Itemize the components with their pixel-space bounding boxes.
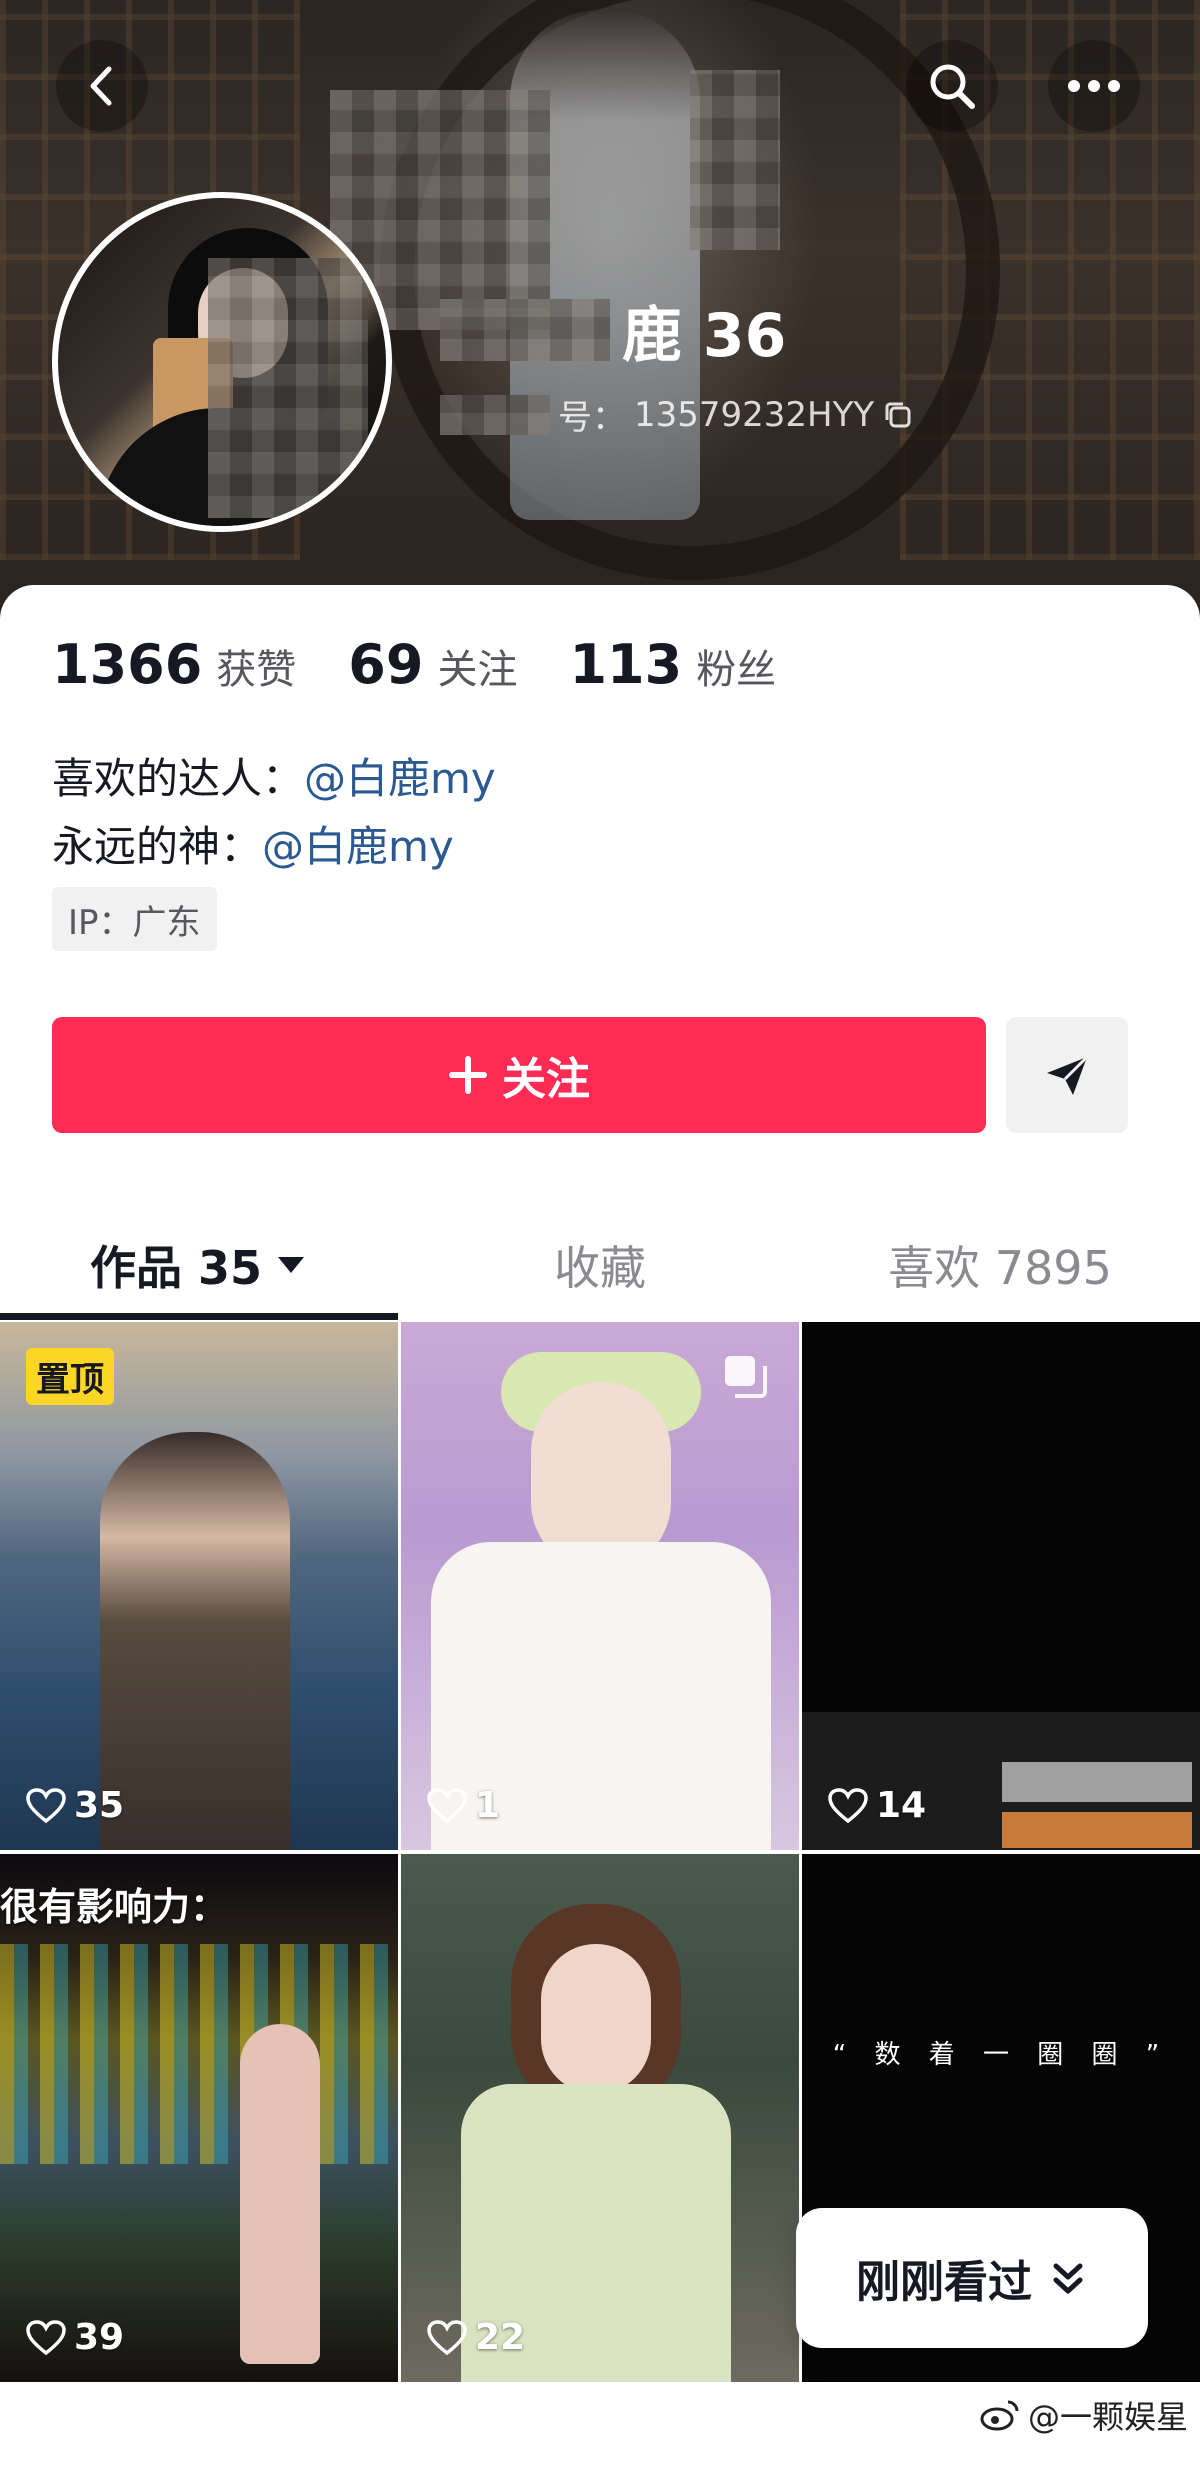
like-count: 22 xyxy=(427,2317,525,2358)
multi-image-icon xyxy=(725,1356,767,1398)
tab-likes[interactable]: 喜欢 7895 xyxy=(800,1205,1200,1325)
like-count: 14 xyxy=(828,1785,926,1826)
heart-icon xyxy=(427,1787,467,1823)
video-thumbnail xyxy=(100,1432,290,1850)
tab-favorites[interactable]: 收藏 xyxy=(400,1205,800,1325)
heart-icon xyxy=(828,1787,868,1823)
ip-location-tag: IP：广东 xyxy=(52,887,217,951)
tab-works[interactable]: 作品 35 xyxy=(0,1205,398,1325)
bio-text: 永远的神： xyxy=(52,822,263,871)
search-button[interactable] xyxy=(906,40,998,132)
editor-audio-track xyxy=(1002,1812,1192,1848)
heart-icon xyxy=(427,2319,467,2355)
recently-viewed-label: 刚刚看过 xyxy=(856,2257,1032,2308)
tab-label: 作品 35 xyxy=(89,1241,263,1295)
stat-likes[interactable]: 1366 获赞 xyxy=(52,633,296,696)
mosaic-blur xyxy=(440,394,550,435)
more-dots-icon xyxy=(1068,80,1120,92)
nickname-text: 鹿 36 xyxy=(622,300,787,371)
caret-down-icon xyxy=(278,1257,305,1273)
stat-label: 关注 xyxy=(437,647,518,693)
mosaic-blur xyxy=(440,299,610,361)
avatar[interactable] xyxy=(52,192,392,532)
mention-link[interactable]: @白鹿my xyxy=(262,813,454,881)
bio-line: 喜欢的达人： @白鹿my xyxy=(52,745,496,813)
double-chevron-down-icon xyxy=(1053,2263,1083,2294)
bio: 喜欢的达人： @白鹿my 永远的神： @白鹿my xyxy=(52,745,496,881)
mention-link[interactable]: @白鹿my xyxy=(304,745,496,813)
stat-value: 113 xyxy=(569,633,683,696)
mosaic-blur xyxy=(208,258,368,518)
douyin-id-label: 号： xyxy=(558,398,626,438)
back-button[interactable] xyxy=(56,40,148,132)
like-count-value: 1 xyxy=(475,1785,501,1826)
watermark: @一颗娱星 xyxy=(980,2392,1188,2438)
like-count: 1 xyxy=(427,1785,500,1826)
watermark-text: @一颗娱星 xyxy=(1027,2398,1188,2436)
like-count-value: 22 xyxy=(475,2317,526,2358)
stat-label: 获赞 xyxy=(216,647,297,693)
message-button[interactable] xyxy=(1006,1017,1128,1133)
video-tile[interactable]: 1 xyxy=(401,1322,799,1850)
plus-icon xyxy=(449,1056,487,1094)
editor-clip xyxy=(1002,1762,1192,1802)
tab-label: 喜欢 7895 xyxy=(888,1241,1112,1295)
mosaic-blur xyxy=(690,70,780,250)
stat-value: 69 xyxy=(348,633,424,696)
heart-icon xyxy=(26,1787,66,1823)
nickname: 鹿 36 xyxy=(440,290,786,371)
video-overlay-text: 很有影响力： xyxy=(0,1885,229,1929)
pinned-badge: 置顶 xyxy=(26,1348,114,1405)
stat-following[interactable]: 69 关注 xyxy=(348,633,517,696)
tab-label: 收藏 xyxy=(554,1241,646,1295)
stats-row: 1366 获赞 69 关注 113 粉丝 xyxy=(52,633,776,696)
copy-icon[interactable] xyxy=(882,399,914,431)
like-count-value: 39 xyxy=(74,2317,125,2358)
stadium-lights xyxy=(0,1944,398,2164)
like-count: 35 xyxy=(26,1785,124,1826)
heart-icon xyxy=(26,2319,66,2355)
video-tile[interactable]: 14 xyxy=(802,1322,1200,1850)
like-count-value: 14 xyxy=(876,1785,927,1826)
stat-followers[interactable]: 113 粉丝 xyxy=(569,633,776,696)
video-tile[interactable]: 22 xyxy=(401,1854,799,2382)
weibo-logo-icon xyxy=(980,2400,1019,2431)
video-tile[interactable]: 很有影响力： 39 xyxy=(0,1854,398,2382)
douyin-id[interactable]: 号： 13579232HYY xyxy=(440,390,914,439)
bio-line: 永远的神： @白鹿my xyxy=(52,813,496,881)
stat-value: 1366 xyxy=(52,633,203,696)
stat-label: 粉丝 xyxy=(696,647,777,693)
send-icon xyxy=(1047,1055,1089,1095)
follow-button[interactable]: 关注 xyxy=(52,1017,986,1133)
search-icon xyxy=(930,64,975,109)
like-count: 39 xyxy=(26,2317,124,2358)
content-tabs: 作品 35 收藏 喜欢 7895 xyxy=(0,1205,1200,1325)
bio-text: 喜欢的达人： xyxy=(52,754,305,803)
tab-active-indicator xyxy=(0,1313,398,1320)
recently-viewed-button[interactable]: 刚刚看过 xyxy=(796,2208,1148,2348)
video-thumbnail xyxy=(240,2024,320,2364)
like-count-value: 35 xyxy=(74,1785,125,1826)
video-tile[interactable]: 置顶 35 xyxy=(0,1322,398,1850)
douyin-id-value: 13579232HYY xyxy=(634,394,875,435)
video-overlay-text: “ 数 着 一 圈 圈 ” xyxy=(832,2040,1170,2070)
video-thumbnail xyxy=(541,1944,651,2094)
follow-button-label: 关注 xyxy=(502,1054,590,1105)
more-button[interactable] xyxy=(1048,40,1140,132)
back-arrow-icon xyxy=(90,66,112,106)
